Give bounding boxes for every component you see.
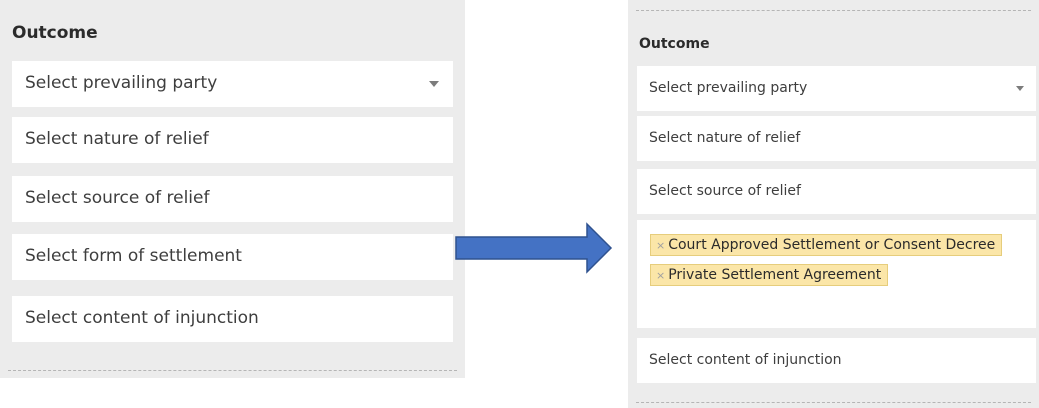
form-of-settlement-multiselect[interactable]: × Court Approved Settlement or Consent De… — [637, 220, 1036, 328]
prevailing-party-placeholder: Select prevailing party — [649, 80, 808, 96]
nature-of-relief-select[interactable]: Select nature of relief — [637, 116, 1036, 161]
right-arrow-icon — [455, 222, 613, 274]
source-of-relief-placeholder: Select source of relief — [649, 183, 801, 199]
nature-of-relief-select[interactable]: Select nature of relief — [12, 117, 453, 163]
prevailing-party-select[interactable]: Select prevailing party — [12, 61, 453, 107]
outcome-heading: Outcome — [12, 23, 98, 43]
prevailing-party-placeholder: Select prevailing party — [25, 73, 218, 93]
section-divider — [8, 370, 457, 371]
section-divider-top — [636, 10, 1031, 11]
form-of-settlement-select[interactable]: Select form of settlement — [12, 234, 453, 280]
outcome-heading: Outcome — [639, 36, 710, 52]
content-of-injunction-placeholder: Select content of injunction — [649, 352, 842, 368]
content-of-injunction-select[interactable]: Select content of injunction — [12, 296, 453, 342]
content-of-injunction-select[interactable]: Select content of injunction — [637, 338, 1036, 383]
source-of-relief-select[interactable]: Select source of relief — [637, 169, 1036, 214]
selected-tag-label: Private Settlement Agreement — [668, 267, 882, 283]
source-of-relief-select[interactable]: Select source of relief — [12, 176, 453, 222]
nature-of-relief-placeholder: Select nature of relief — [25, 129, 209, 149]
arrow-shape — [455, 222, 613, 274]
selected-tag[interactable]: × Private Settlement Agreement — [650, 264, 889, 286]
selected-tag-label: Court Approved Settlement or Consent Dec… — [668, 237, 996, 253]
remove-tag-icon[interactable]: × — [656, 269, 665, 282]
content-of-injunction-placeholder: Select content of injunction — [25, 308, 259, 328]
section-divider-bottom — [636, 402, 1031, 403]
outcome-panel-after: Outcome Select prevailing party Select n… — [628, 0, 1039, 408]
nature-of-relief-placeholder: Select nature of relief — [649, 130, 801, 146]
source-of-relief-placeholder: Select source of relief — [25, 188, 210, 208]
form-of-settlement-placeholder: Select form of settlement — [25, 246, 242, 266]
outcome-panel-before: Outcome Select prevailing party Select n… — [0, 0, 465, 378]
remove-tag-icon[interactable]: × — [656, 239, 665, 252]
chevron-down-icon[interactable] — [1016, 86, 1024, 91]
selected-tag[interactable]: × Court Approved Settlement or Consent De… — [650, 234, 1003, 256]
chevron-down-icon[interactable] — [429, 81, 439, 87]
prevailing-party-select[interactable]: Select prevailing party — [637, 66, 1036, 111]
